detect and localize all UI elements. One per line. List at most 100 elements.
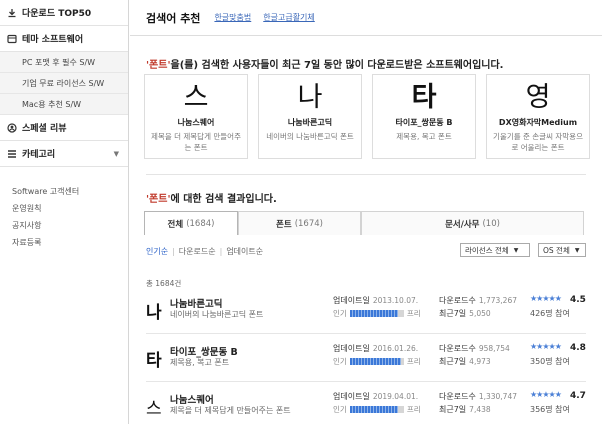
tab-label: 전체 [167,219,184,230]
card-name: 나눔바른고딕 [287,118,333,127]
font-preview-glyph: 영 [525,82,551,113]
link-policy[interactable]: 운영원칙 [12,200,128,217]
result-row[interactable]: 나 나눔바른고딕 네이버의 나눔바른고딕 폰트 업데이트일 2013.10.07.… [146,292,586,334]
card-desc: 기울기를 준 손글씨 자막용으로 어울리는 폰트 [493,132,583,152]
sidebar-submenu: PC 포맷 후 필수 S/W 기업 무료 라이선스 S/W Mac용 추천 S/… [0,52,128,115]
sidebar-item-label: 다운로드 TOP50 [22,9,92,19]
card-desc: 제목을 더 제목답게 만들어주는 폰트 [151,132,241,152]
review-icon [7,122,17,133]
row-divider [146,333,586,334]
sidebar-item-label: 테마 소프트웨어 [22,35,84,45]
recommend-keyword-link[interactable]: 한글고급활기체 [263,12,315,23]
update-date: 업데이트일 2016.01.26. [333,344,419,353]
sidebar: 다운로드 TOP50 테마 소프트웨어 PC 포맷 후 필수 S/W 기업 무료… [0,0,129,424]
chevron-down-icon: ▼ [574,246,580,254]
card-desc: 네이버의 나눔바른고딕 폰트 [266,132,354,141]
sort-popular[interactable]: 인기순 [146,246,168,257]
software-name[interactable]: 나눔스퀘어 [170,392,214,406]
recommend-heading-text: 을(를) 검색한 사용자들이 최근 7일 동안 많이 다운로드받은 소프트웨어입… [170,60,504,71]
os-select-value: OS 전체 [543,245,570,255]
result-row[interactable]: 타 타이포_쌍문동 B 제목용, 복고 폰트 업데이트일 2016.01.26. … [146,340,586,382]
sidebar-subitem-mac[interactable]: Mac용 추천 S/W [0,94,128,115]
rating-score: 4.7 [570,391,586,401]
link-upload[interactable]: 자료등록 [12,234,128,251]
sidebar-item-label: 카테고리 [22,150,56,160]
license-free: 프리 [406,405,421,414]
license-select[interactable]: 라이선스 전체 ▼ [460,243,530,257]
popularity-bar [349,406,404,413]
tab-font[interactable]: 폰트 (1674) [238,211,361,235]
popularity: 인기 프리 [333,405,421,414]
update-date: 업데이트일 2013.10.07. [333,296,419,305]
sort-updated[interactable]: 업데이트순 [226,246,263,257]
results-heading: '폰트'에 대한 검색 결과입니다. [146,190,277,205]
tab-count: (1684) [186,218,215,229]
recommend-card[interactable]: 나 나눔바른고딕 네이버의 나눔바른고딕 폰트 [258,74,362,159]
category-icon [7,149,17,159]
tab-count: (1674) [294,218,323,229]
sidebar-item-theme-software[interactable]: 테마 소프트웨어 [0,26,128,52]
popularity-fill [349,406,399,413]
tab-document[interactable]: 문서/사무 (10) [361,211,584,235]
result-row[interactable]: 스 나눔스퀘어 제목을 더 제목답게 만들어주는 폰트 업데이트일 2019.04… [146,388,586,424]
link-customer-center[interactable]: Software 고객센터 [12,183,128,200]
divider [146,174,586,175]
license-free: 프리 [406,357,421,366]
star-rating-icon: ★★★★★ [530,294,562,303]
font-preview-glyph: 나 [297,82,323,113]
recommend-card[interactable]: 타 타이포_쌍문동 B 제목용, 복고 폰트 [372,74,476,159]
popularity-bar [349,358,404,365]
tab-label: 문서/사무 [445,219,480,230]
popularity-bar [349,310,404,317]
download-icon [7,8,17,18]
download-count: 다운로드수 958,754 [439,344,510,353]
sidebar-links: Software 고객센터 운영원칙 공지사항 자료등록 [0,167,128,251]
star-rating-icon: ★★★★★ [530,342,562,351]
card-name: 나눔스퀘어 [177,118,215,127]
filter-selects: 라이선스 전체 ▼ OS 전체 ▼ [460,243,586,257]
results-heading-text: 에 대한 검색 결과입니다. [170,194,277,205]
software-name[interactable]: 나눔바른고딕 [170,296,222,310]
font-preview-glyph: 스 [183,82,209,113]
link-notice[interactable]: 공지사항 [12,217,128,234]
font-preview-glyph: 타 [411,82,437,113]
software-name[interactable]: 타이포_쌍문동 B [170,344,238,358]
recommend-query: '폰트' [146,60,171,71]
sort-bar: 인기순 | 다운로드순 | 업데이트순 라이선스 전체 ▼ OS 전체 ▼ [146,243,586,257]
sidebar-item-special-review[interactable]: 스페셜 리뷰 [0,115,128,141]
sort-downloads[interactable]: 다운로드순 [179,246,216,257]
recommend-keyword-link[interactable]: 한글맞춤법 [214,12,251,23]
popularity-fill [349,358,402,365]
sidebar-subitem-pc-format[interactable]: PC 포맷 후 필수 S/W [0,52,128,73]
search-recommend-bar: 검색어 추천 한글맞춤법 한글고급활기체 [130,0,602,36]
license-free: 프리 [406,309,421,318]
card-desc: 제목용, 복고 폰트 [396,132,452,141]
sidebar-item-category[interactable]: 카테고리 ▼ [0,141,128,167]
results-query: '폰트' [146,194,171,205]
sidebar-subitem-enterprise-free[interactable]: 기업 무료 라이선스 S/W [0,73,128,94]
font-preview-glyph: 나 [146,303,162,323]
sidebar-item-label: 스페셜 리뷰 [22,124,67,134]
weekly-count: 최근7일 5,050 [439,309,491,318]
tab-count: (10) [482,218,500,229]
popularity: 인기 프리 [333,309,421,318]
main-content: 검색어 추천 한글맞춤법 한글고급활기체 '폰트'을(를) 검색한 사용자들이 … [130,0,602,424]
download-count: 다운로드수 1,330,747 [439,392,517,401]
recommend-card[interactable]: 스 나눔스퀘어 제목을 더 제목답게 만들어주는 폰트 [144,74,248,159]
card-name: DX영화자막Medium [498,118,578,127]
sidebar-item-download-top50[interactable]: 다운로드 TOP50 [0,0,128,26]
rating-participants: 350명 참여 [530,357,570,366]
weekly-count: 최근7일 4,973 [439,357,491,366]
tab-all[interactable]: 전체 (1684) [144,211,238,235]
recommend-card[interactable]: 영 DX영화자막Medium 기울기를 준 손글씨 자막용으로 어울리는 폰트 [486,74,590,159]
chevron-down-icon[interactable]: ▼ [114,150,119,158]
star-rating-icon: ★★★★★ [530,390,562,399]
card-name: 타이포_쌍문동 B [395,118,453,127]
rating-score: 4.8 [570,343,586,353]
row-divider [146,381,586,382]
software-desc: 제목을 더 제목답게 만들어주는 폰트 [170,406,291,415]
recommend-heading: '폰트'을(를) 검색한 사용자들이 최근 7일 동안 많이 다운로드받은 소프… [146,56,503,71]
recommend-title: 검색어 추천 [146,11,201,25]
rating-participants: 356명 참여 [530,405,570,414]
os-select[interactable]: OS 전체 ▼ [538,243,586,257]
